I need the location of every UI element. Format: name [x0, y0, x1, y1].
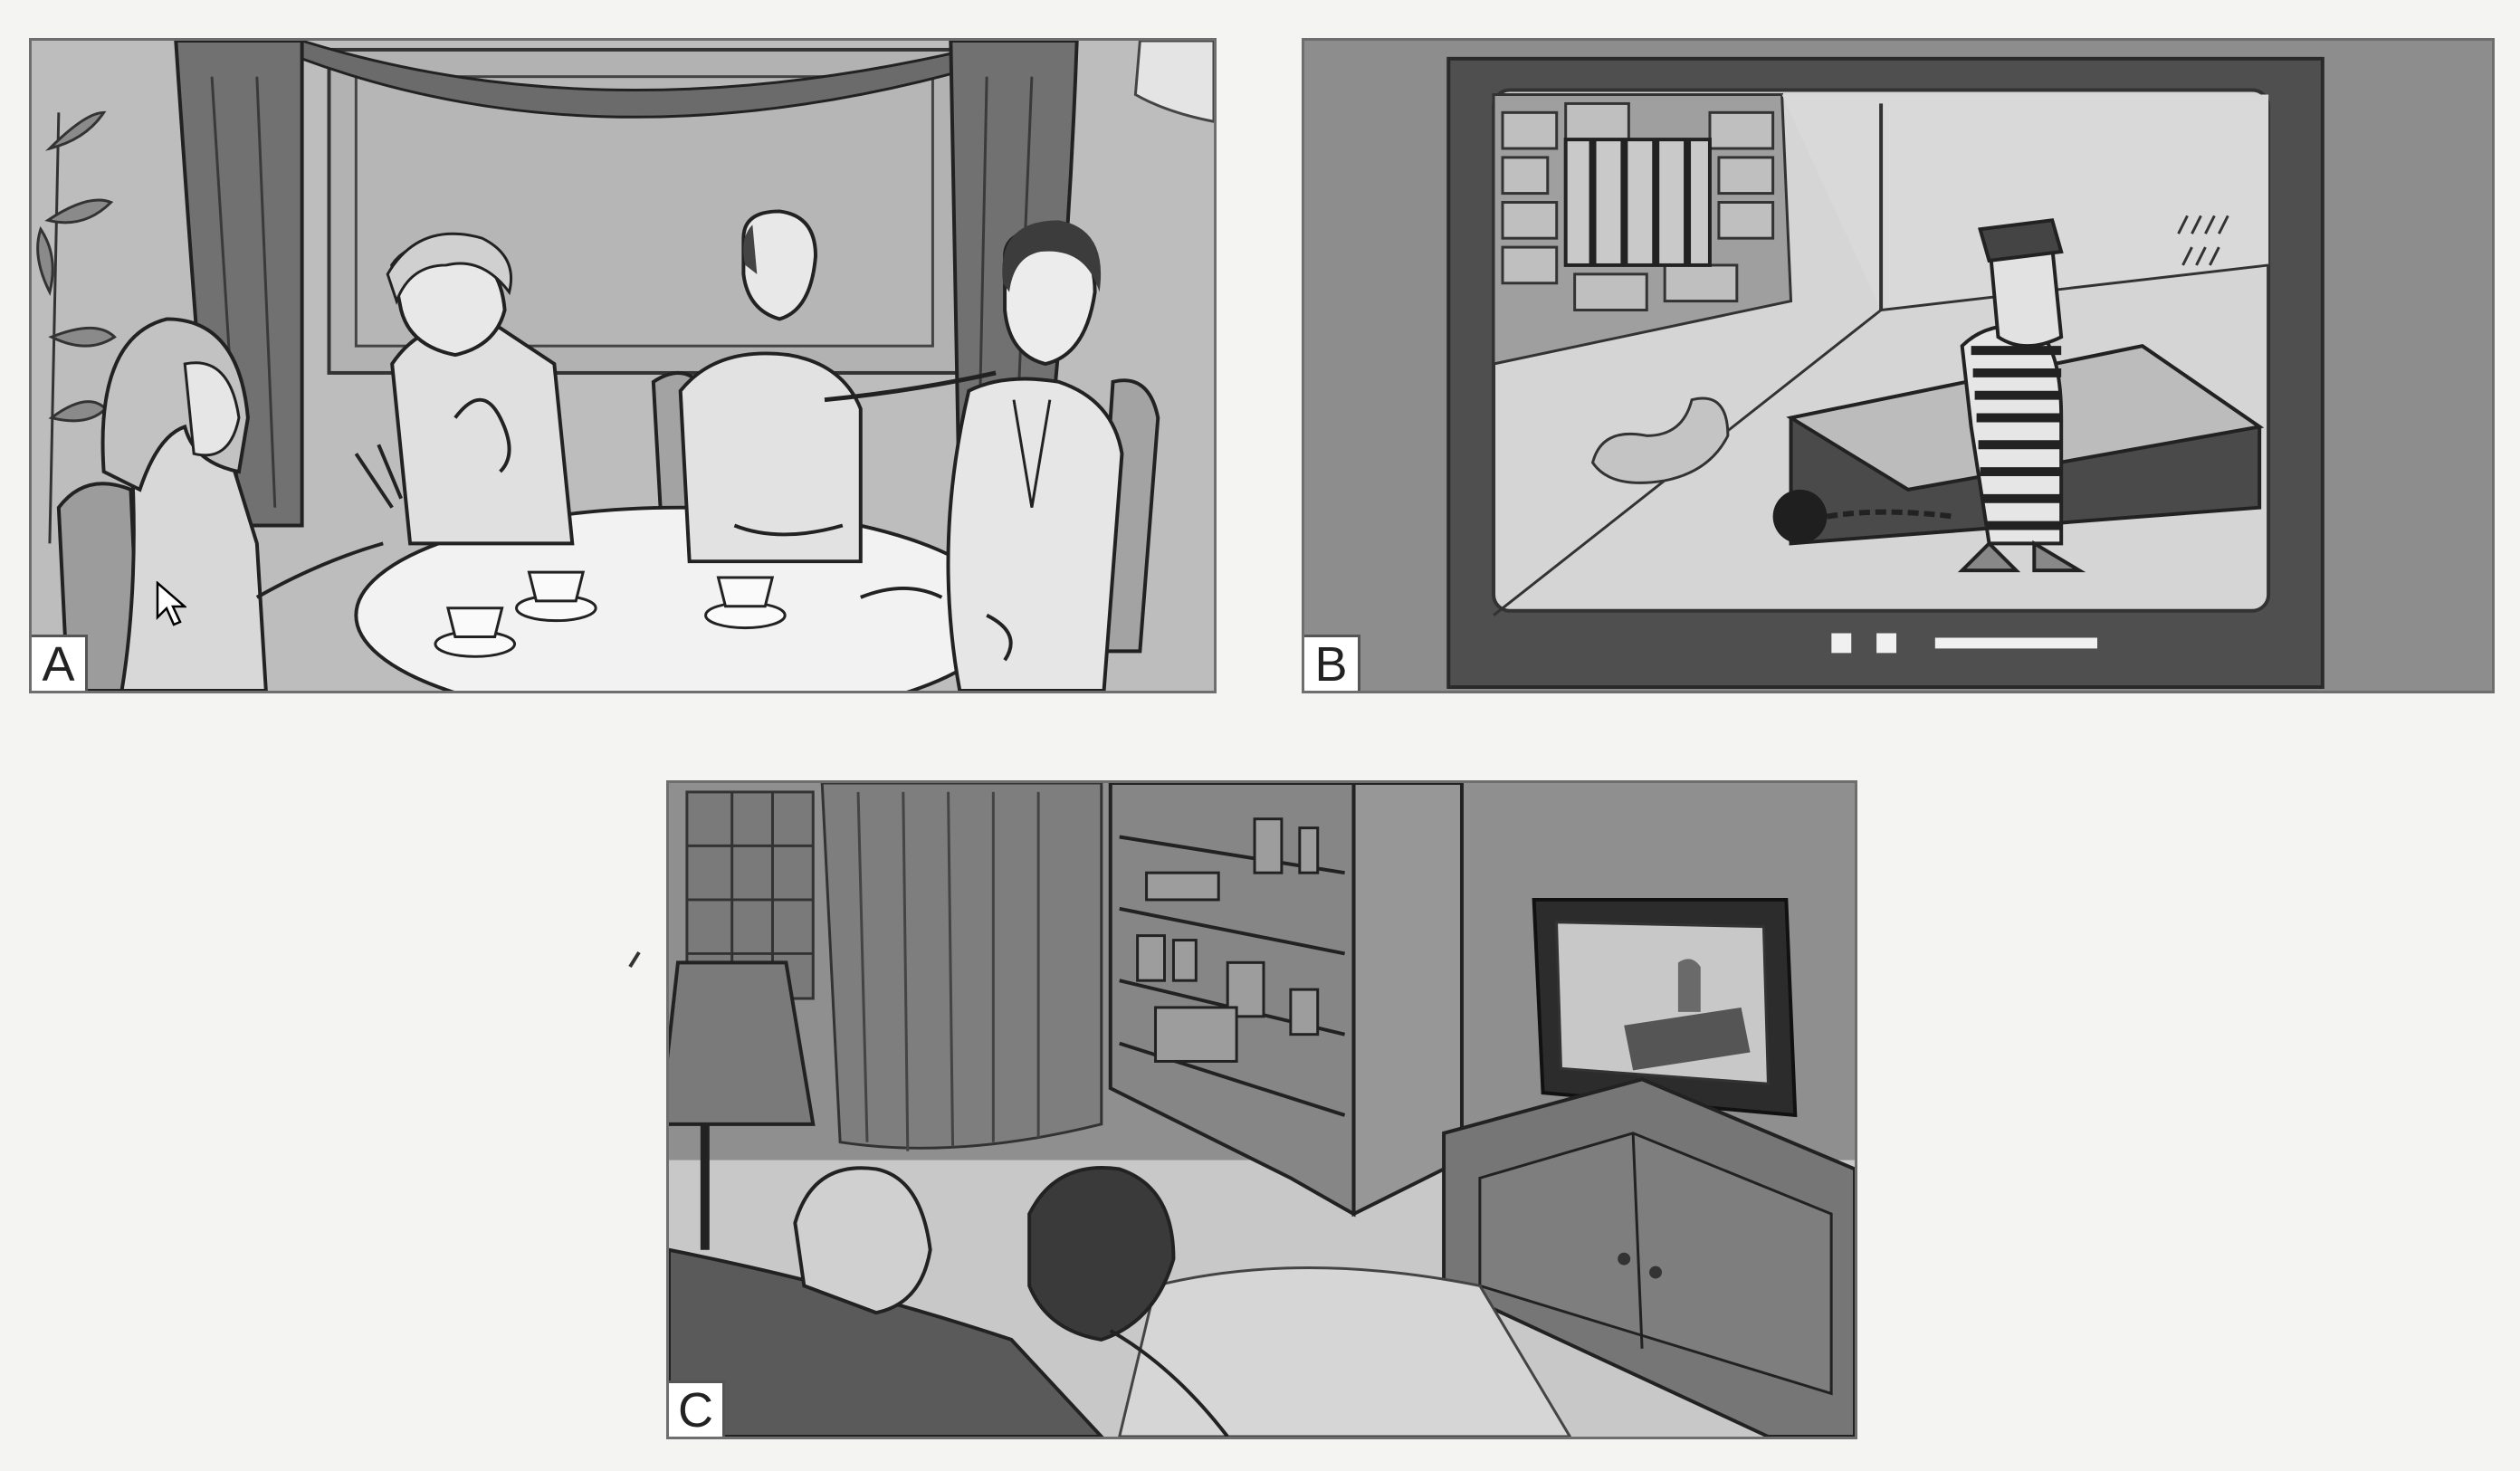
- tv-prisoner-illustration: [1304, 41, 2492, 691]
- panel-a: A: [29, 38, 1217, 693]
- living-room-illustration: [669, 783, 1855, 1437]
- panel-label-c: C: [669, 1380, 725, 1437]
- stray-mark: [628, 950, 641, 969]
- panel-c: C: [666, 780, 1857, 1439]
- mouse-cursor-icon: [156, 581, 186, 626]
- panel-label-a: A: [32, 635, 88, 691]
- dinner-table-illustration: [32, 41, 1214, 691]
- panel-b: B: [1302, 38, 2495, 693]
- panel-label-b: B: [1304, 635, 1360, 691]
